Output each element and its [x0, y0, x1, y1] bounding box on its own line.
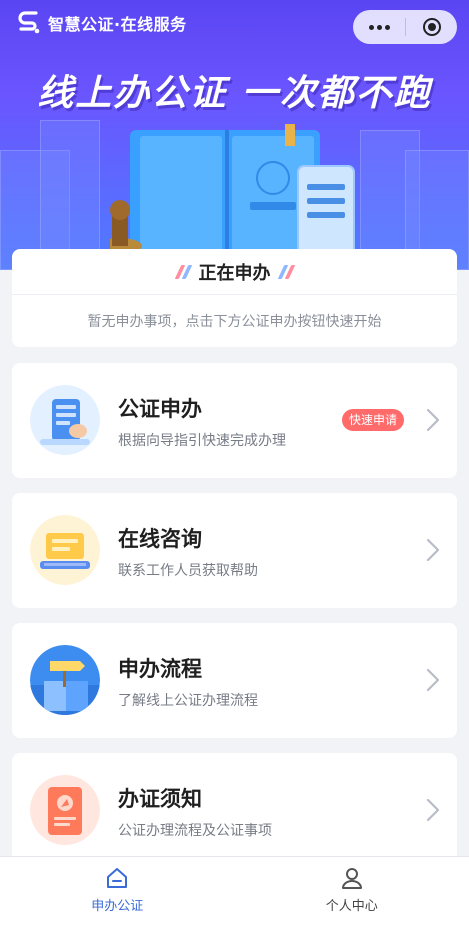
certificate-illustration — [110, 124, 355, 258]
close-miniprogram-button[interactable] — [406, 10, 457, 44]
service-title: 在线咨询 — [118, 527, 202, 551]
service-subtitle: 公证办理流程及公证事项 — [118, 823, 272, 839]
chevron-right-icon — [426, 538, 440, 562]
brand-logo-icon — [18, 11, 40, 34]
target-icon — [422, 18, 441, 36]
building-decoration — [40, 120, 100, 270]
service-card-consult[interactable]: 在线咨询 联系工作人员获取帮助 — [12, 493, 457, 608]
bottom-tab-bar: 申办公证 个人中心 — [0, 856, 469, 930]
more-dot — [376, 24, 382, 30]
hero-slogan: 线上办公证 一次都不跑 — [37, 73, 432, 114]
tab-label: 申办公证 — [91, 899, 144, 914]
in-progress-header: 正在申办 — [12, 249, 457, 295]
in-progress-card: 正在申办 暂无申办事项，点击下方公证申办按钮快速开始 — [12, 249, 457, 347]
more-dot — [384, 24, 390, 30]
signpost-icon — [30, 645, 100, 715]
tab-profile[interactable]: 个人中心 — [235, 857, 469, 930]
tab-label: 个人中心 — [325, 899, 378, 914]
brand: 智慧公证·在线服务 — [16, 10, 187, 36]
laptop-chat-icon — [30, 515, 100, 585]
user-icon — [341, 868, 362, 889]
service-subtitle: 联系工作人员获取帮助 — [118, 563, 258, 579]
phone-document-icon — [30, 385, 100, 455]
service-card-process[interactable]: 申办流程 了解线上公证办理流程 — [12, 623, 457, 738]
app-page: 智慧公证·在线服务 线上办公证 一次都不跑 正在申办 暂无申办事项，点击下方公证… — [0, 0, 469, 930]
brand-title: 智慧公证·在线服务 — [48, 15, 187, 34]
top-bar: 智慧公证·在线服务 — [0, 0, 469, 52]
in-progress-title: 正在申办 — [198, 262, 271, 284]
chevron-right-icon — [426, 408, 440, 432]
more-dot — [368, 24, 374, 30]
service-title: 公证申办 — [118, 397, 202, 421]
more-menu-button[interactable] — [353, 10, 405, 44]
chevron-right-icon — [426, 798, 440, 822]
empty-state-text: 暂无申办事项，点击下方公证申办按钮快速开始 — [87, 314, 382, 330]
tab-apply[interactable]: 申办公证 — [0, 857, 235, 930]
slash-right-icon — [277, 264, 295, 279]
home-icon — [107, 868, 128, 888]
service-card-notice[interactable]: 办证须知 公证办理流程及公证事项 — [12, 753, 457, 868]
service-title: 申办流程 — [118, 657, 202, 681]
hero-banner: 智慧公证·在线服务 线上办公证 一次都不跑 — [0, 0, 469, 270]
service-title: 办证须知 — [118, 787, 202, 811]
quick-apply-badge[interactable]: 快速申请 — [342, 409, 405, 431]
service-subtitle: 了解线上公证办理流程 — [118, 693, 258, 709]
slash-left-icon — [174, 264, 192, 279]
compass-document-icon — [30, 775, 100, 845]
service-card-apply[interactable]: 公证申办 根据向导指引快速完成办理 快速申请 — [12, 363, 457, 478]
chevron-right-icon — [426, 668, 440, 692]
miniprogram-capsule — [353, 10, 457, 44]
service-subtitle: 根据向导指引快速完成办理 — [118, 433, 286, 449]
